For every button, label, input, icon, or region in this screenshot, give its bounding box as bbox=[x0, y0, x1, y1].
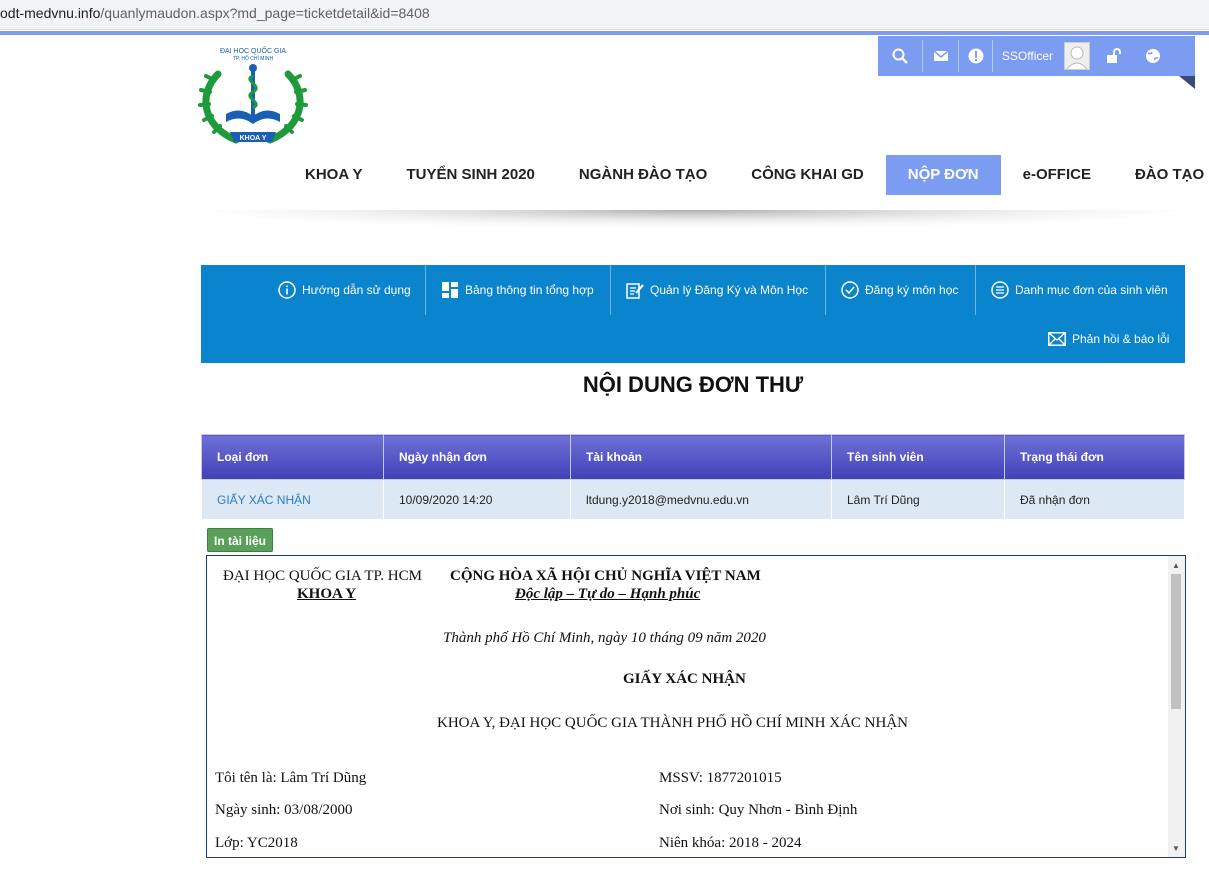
alert-icon[interactable] bbox=[958, 40, 992, 72]
browser-address-bar[interactable]: odt-medvnu.info/quanlymaudon.aspx?md_pag… bbox=[0, 0, 1209, 30]
unlock-icon[interactable] bbox=[1100, 40, 1126, 72]
globe-icon[interactable] bbox=[1140, 40, 1166, 72]
doc-cohort: Niên khóa: 2018 - 2024 bbox=[659, 835, 802, 851]
logo-sub-text: TP. HỒ CHÍ MINH bbox=[233, 55, 274, 62]
url-path: /quanlymaudon.aspx?md_page=ticketdetail&… bbox=[100, 5, 430, 21]
scroll-thumb[interactable] bbox=[1171, 574, 1181, 709]
list-icon bbox=[990, 280, 1010, 300]
dashboard-icon bbox=[440, 280, 460, 300]
menu-label: Bảng thông tin tổng hợp bbox=[465, 283, 594, 297]
doc-nation-line2: Độc lập – Tự do – Hạnh phúc bbox=[515, 586, 701, 602]
menu-huong-dan[interactable]: Hướng dẫn sử dụng bbox=[263, 265, 425, 315]
document-scrollbar[interactable]: ▲ ▼ bbox=[1168, 556, 1185, 857]
menu-quan-ly-dang-ky[interactable]: Quản lý Đăng Ký và Môn Học bbox=[610, 265, 822, 315]
doc-student-id: MSSV: 1877201015 bbox=[659, 770, 782, 786]
ticket-status: Đã nhận đơn bbox=[1004, 479, 1185, 520]
table-header-row: Loại đơn Ngày nhận đơn Tài khoản Tên sin… bbox=[201, 434, 1185, 480]
doc-org-line2: KHOA Y bbox=[297, 586, 357, 602]
url-host: odt-medvnu.info bbox=[0, 5, 101, 21]
page-title: NỘI DUNG ĐƠN THƯ bbox=[582, 372, 804, 397]
doc-org-line1: ĐẠI HỌC QUỐC GIA TP. HCM bbox=[223, 568, 422, 584]
check-circle-icon bbox=[840, 280, 860, 300]
doc-class: Lớp: YC2018 bbox=[215, 835, 298, 851]
nav-khoa-y[interactable]: KHOA Y bbox=[283, 155, 385, 195]
doc-name: Tôi tên là: Lâm Trí Dũng bbox=[215, 770, 367, 786]
nav-tuyen-sinh[interactable]: TUYỂN SINH 2020 bbox=[385, 155, 557, 195]
khoa-y-logo[interactable]: ĐẠI HỌC QUỐC GIA TP. HỒ CHÍ MINH KHOA Y bbox=[196, 44, 310, 150]
menu-bang-thong-tin[interactable]: Bảng thông tin tổng hợp bbox=[425, 265, 608, 315]
doc-dob: Ngày sinh: 03/08/2000 bbox=[215, 802, 353, 818]
account-email: ltdung.y2018@medvnu.edu.vn bbox=[570, 479, 832, 520]
info-icon bbox=[277, 280, 297, 300]
menu-label: Danh mục đơn của sinh viên bbox=[1015, 283, 1168, 297]
toolbar-tip bbox=[1179, 76, 1195, 89]
document-preview[interactable]: ĐẠI HỌC QUỐC GIA TP. HCM KHOA Y CỘNG HÒA… bbox=[206, 555, 1186, 858]
logo-ribbon-text: KHOA Y bbox=[240, 135, 267, 142]
nav-nop-don[interactable]: NỘP ĐƠN bbox=[885, 155, 1001, 195]
user-toolbar: SSOfficer bbox=[878, 36, 1195, 89]
menu-label: Hướng dẫn sử dụng bbox=[302, 283, 411, 297]
mail-icon[interactable] bbox=[922, 40, 958, 72]
nav-cong-khai-gd[interactable]: CÔNG KHAI GD bbox=[729, 155, 886, 195]
user-avatar[interactable] bbox=[1064, 42, 1090, 70]
logo-top-text: ĐẠI HỌC QUỐC GIA bbox=[220, 45, 286, 55]
envelope-icon bbox=[1047, 329, 1067, 349]
student-menu: Hướng dẫn sử dụng Bảng thông tin tổng hợ… bbox=[201, 265, 1185, 363]
username-label: SSOfficer bbox=[1001, 49, 1054, 63]
user-menu[interactable]: SSOfficer bbox=[992, 40, 1062, 72]
scroll-up-arrow[interactable]: ▲ bbox=[1172, 561, 1180, 570]
doc-title: GIẤY XÁC NHẬN bbox=[623, 671, 746, 687]
doc-birthplace: Nơi sinh: Quy Nhơn - Bình Định bbox=[659, 802, 858, 818]
menu-phan-hoi[interactable]: Phản hồi & báo lỗi bbox=[1033, 314, 1183, 364]
edit-icon bbox=[625, 280, 645, 300]
scroll-down-arrow[interactable]: ▼ bbox=[1172, 844, 1180, 853]
menu-label: Đăng ký môn học bbox=[865, 283, 959, 297]
menu-label: Phản hồi & báo lỗi bbox=[1072, 332, 1170, 346]
col-ngay-nhan: Ngày nhận đơn bbox=[383, 434, 571, 480]
print-document-button[interactable]: In tài liệu bbox=[207, 528, 274, 552]
nav-dao-tao[interactable]: ĐÀO TẠO bbox=[1113, 155, 1209, 195]
menu-danh-muc-don[interactable]: Danh mục đơn của sinh viên bbox=[975, 265, 1182, 315]
nav-e-office[interactable]: e-OFFICE bbox=[1001, 155, 1113, 195]
url-text[interactable]: odt-medvnu.info/quanlymaudon.aspx?md_pag… bbox=[0, 5, 430, 21]
search-icon[interactable] bbox=[886, 40, 914, 72]
nav-nganh-dao-tao[interactable]: NGÀNH ĐÀO TẠO bbox=[557, 155, 729, 195]
table-row: GIẤY XÁC NHẬN 10/09/2020 14:20 ltdung.y2… bbox=[201, 479, 1185, 520]
col-tai-khoan: Tài khoản bbox=[570, 434, 832, 480]
col-ten-sinh-vien: Tên sinh viên bbox=[831, 434, 1005, 480]
ticket-table: Loại đơn Ngày nhận đơn Tài khoản Tên sin… bbox=[201, 434, 1185, 520]
main-navigation: KHOA Y TUYỂN SINH 2020 NGÀNH ĐÀO TẠO CÔN… bbox=[283, 155, 1209, 195]
col-trang-thai: Trạng thái đơn bbox=[1004, 434, 1185, 480]
menu-dang-ky-mon-hoc[interactable]: Đăng ký môn học bbox=[825, 265, 972, 315]
received-date: 10/09/2020 14:20 bbox=[383, 479, 571, 520]
student-name: Lâm Trí Dũng bbox=[831, 479, 1005, 520]
nav-shadow-divider bbox=[205, 210, 1181, 244]
doc-date-line: Thành phố Hồ Chí Minh, ngày 10 tháng 09 … bbox=[443, 630, 766, 646]
col-loai-don: Loại đơn bbox=[201, 434, 384, 480]
menu-label: Quản lý Đăng Ký và Môn Học bbox=[650, 283, 809, 297]
doc-subtitle: KHOA Y, ĐẠI HỌC QUỐC GIA THÀNH PHỐ HỒ CH… bbox=[437, 715, 908, 731]
doc-nation-line1: CỘNG HÒA XÃ HỘI CHỦ NGHĨA VIỆT NAM bbox=[450, 568, 761, 584]
ticket-type-link[interactable]: GIẤY XÁC NHẬN bbox=[201, 479, 384, 520]
header-accent-line bbox=[0, 31, 1209, 35]
